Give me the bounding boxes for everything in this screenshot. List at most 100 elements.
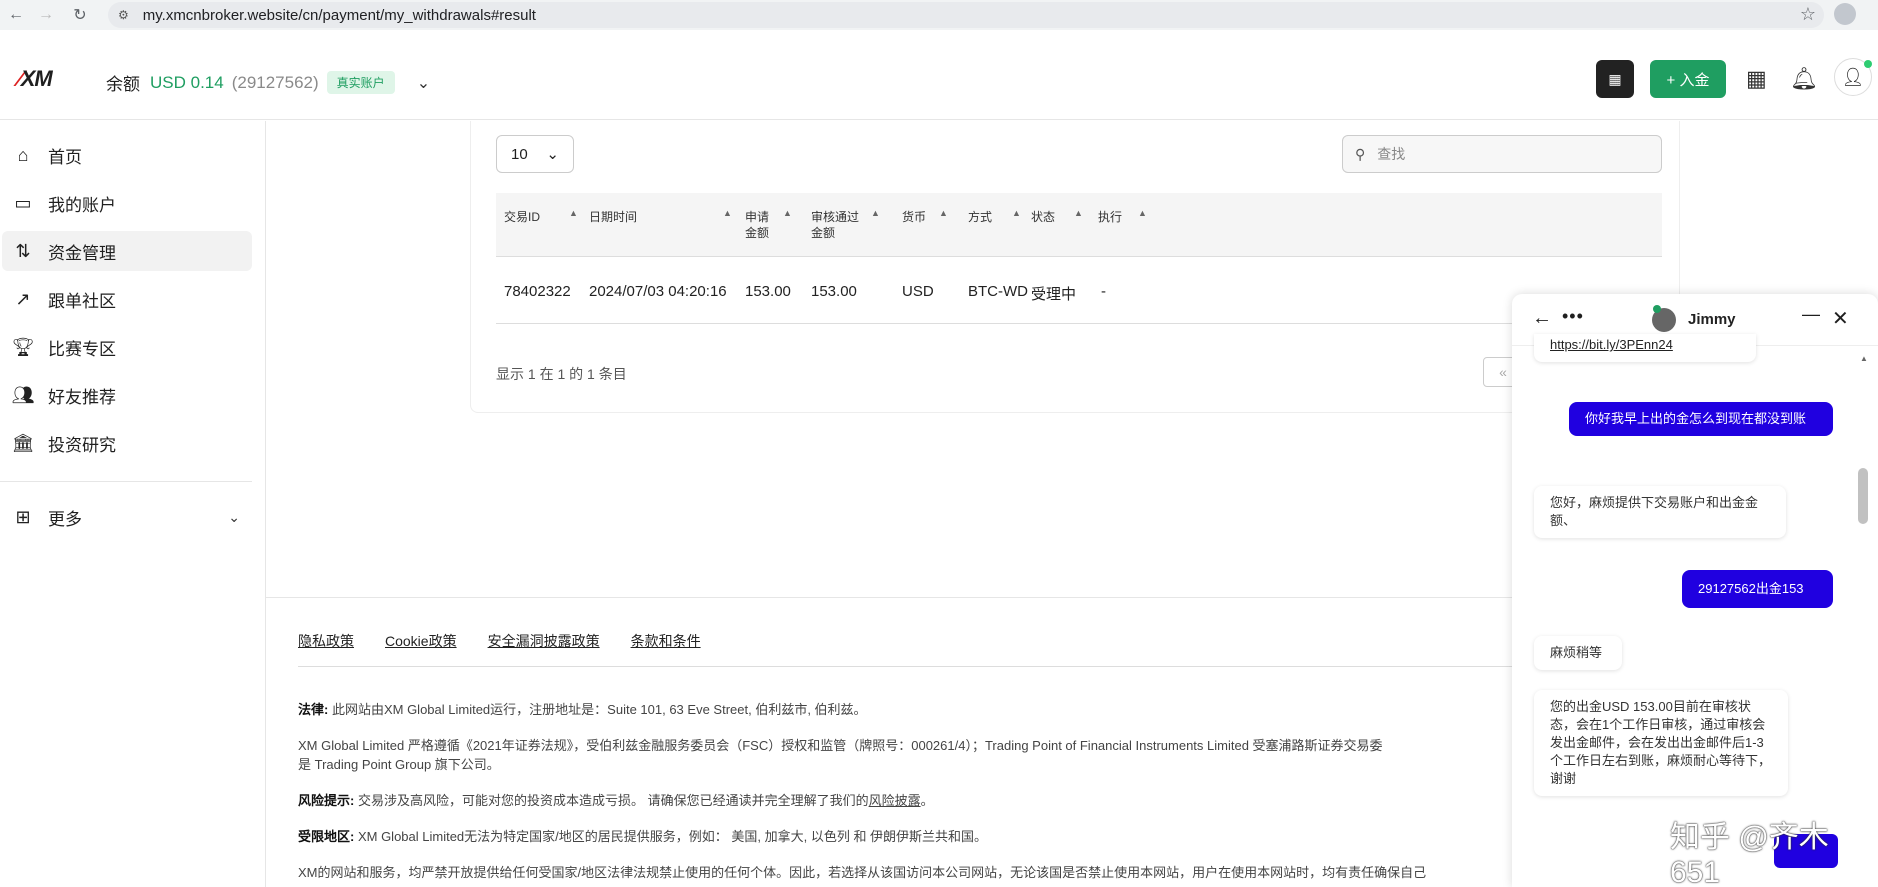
chat-message-outgoing: 你好我早上出的金怎么到现在都没到账 [1569, 402, 1833, 436]
search-placeholder: 查找 [1377, 146, 1406, 162]
sort-icon: ▲ [723, 208, 732, 218]
app-header: ⁄XM 余额 USD 0.14 (29127562) 真实账户 ⌄ ▦ + 入金… [0, 38, 1878, 120]
chat-scrollbar[interactable] [1858, 352, 1868, 887]
sidebar-item-label: 投资研究 [48, 435, 116, 455]
agent-name: Jimmy [1688, 311, 1736, 328]
users-icon: 👥︎ [11, 384, 35, 405]
access-disclaimer-text: XM的网站和服务，均严禁开放提供给任何受国家/地区法律法规禁止使用的任何个体。因… [298, 865, 1427, 880]
chat-scroll-thumb[interactable] [1858, 468, 1868, 524]
bookmark-star-icon[interactable]: ☆ [1800, 4, 1816, 25]
column-header[interactable]: 方式 ▲ [968, 208, 1021, 225]
sidebar-item-competitions[interactable]: 🏆︎ 比赛专区 [2, 327, 252, 367]
sidebar-item-research[interactable]: 🏛︎ 投资研究 [2, 423, 252, 463]
back-arrow-icon[interactable]: ← [1532, 307, 1552, 330]
column-header[interactable]: 状态 ▲ [1031, 208, 1083, 225]
regulation-text: XM Global Limited 严格遵循《2021年证券法规》，受伯利兹金融… [298, 738, 1383, 753]
qr-code-icon: ▦ [1608, 70, 1622, 87]
column-header[interactable]: 交易ID ▲ [504, 208, 578, 225]
risk-disclosure-link[interactable]: 风险披露 [869, 793, 921, 808]
chat-message-incoming: 您好，麻烦提供下交易账户和出金金额、 [1534, 486, 1786, 538]
search-input[interactable]: ⚲ 查找 [1342, 135, 1662, 173]
xm-logo[interactable]: ⁄XM [18, 66, 53, 92]
privacy-policy-link[interactable]: 隐私政策 [298, 631, 354, 651]
deposit-button[interactable]: + 入金 [1650, 60, 1726, 98]
online-status-dot [1864, 60, 1872, 68]
sidebar-item-home[interactable]: ⌂ 首页 [2, 135, 252, 175]
cell-status: 受理中 [1031, 286, 1077, 303]
minimize-icon[interactable]: — [1802, 304, 1820, 325]
cell-currency: USD [902, 283, 934, 300]
home-icon: ⌂ [17, 144, 29, 165]
chat-message-outgoing: 29127562出金153 [1682, 570, 1833, 608]
vulnerability-policy-link[interactable]: 安全漏洞披露政策 [488, 631, 600, 651]
column-header[interactable]: 审核通过 金额 ▲ [811, 208, 880, 241]
cookie-policy-link[interactable]: Cookie政策 [385, 631, 457, 651]
more-options-icon[interactable]: ••• [1562, 306, 1584, 327]
chat-message-incoming: 麻烦稍等 [1534, 636, 1622, 670]
apps-grid-icon[interactable]: ▦ [1746, 66, 1767, 92]
sidebar-item-label: 好友推荐 [48, 387, 116, 407]
grid-icon: ⊞ [15, 506, 31, 527]
legal-text: 法律: 此网站由XM Global Limited运行，注册地址是：Suite … [298, 702, 867, 717]
wallet-icon: ▭ [14, 192, 32, 213]
sidebar-item-label: 资金管理 [48, 243, 116, 263]
sidebar: ⌂ 首页 ▭ 我的账户 ⇅ 资金管理 ↗ 跟单社区 🏆︎ 比赛专区 👥︎ 好友推… [0, 121, 266, 887]
column-header[interactable]: 货币 ▲ [902, 208, 948, 225]
sidebar-divider [0, 481, 252, 482]
cell-transaction-id: 78402322 [504, 283, 571, 300]
sidebar-item-label: 比赛专区 [48, 339, 116, 359]
double-chevron-left-icon: « [1499, 364, 1507, 380]
search-icon: ⚲ [1355, 145, 1366, 162]
chat-link[interactable]: https://bit.ly/3PEnn24 [1550, 337, 1673, 352]
sort-icon: ▲ [939, 208, 948, 218]
balance-amount: USD 0.14 [150, 72, 224, 92]
column-header[interactable]: 执行 ▲ [1098, 208, 1147, 225]
column-header[interactable]: 申请 金额 ▲ [745, 208, 792, 241]
sidebar-item-copy-trading[interactable]: ↗ 跟单社区 [2, 279, 252, 319]
sidebar-item-my-account[interactable]: ▭ 我的账户 [2, 183, 252, 223]
sort-icon: ▲ [569, 208, 578, 218]
sidebar-item-funds[interactable]: ⇅ 资金管理 [2, 231, 252, 271]
transfer-icon: ⇅ [15, 240, 31, 261]
footer-divider [298, 666, 1598, 667]
close-icon[interactable]: ✕ [1832, 306, 1849, 331]
footer-links: 隐私政策 Cookie政策 安全漏洞披露政策 条款和条件 [298, 631, 701, 651]
account-switch-chevron-icon[interactable]: ⌄ [417, 73, 430, 93]
reload-icon[interactable]: ↻ [68, 3, 92, 27]
cell-method: BTC-WD [968, 283, 1028, 300]
sort-icon: ▲ [1012, 208, 1021, 218]
back-arrow-icon[interactable]: ← [4, 3, 28, 27]
sort-icon: ▲ [1074, 208, 1083, 218]
browser-profile-icon[interactable] [1834, 3, 1856, 25]
terms-link[interactable]: 条款和条件 [631, 631, 701, 651]
withdrawals-card: 10 ⌄ ⚲ 查找 交易ID ▲ 日期时间 ▲ 申请 金额 ▲ 审核通过 金额 ▲ 货币… [470, 121, 1680, 413]
sidebar-item-more[interactable]: ⊞ 更多 ⌄ [2, 497, 252, 537]
sidebar-item-referral[interactable]: 👥︎ 好友推荐 [2, 375, 252, 415]
page-size-select[interactable]: 10 ⌄ [496, 135, 574, 173]
forward-arrow-icon[interactable]: → [34, 3, 58, 27]
address-bar[interactable]: ⚙ my.xmcnbroker.website/cn/payment/my_wi… [108, 2, 1824, 28]
regulation-text-2: 是 Trading Point Group 旗下公司。 [298, 757, 500, 772]
column-header[interactable]: 日期时间 ▲ [589, 208, 732, 225]
browser-toolbar: ← → ↻ ⚙ my.xmcnbroker.website/cn/payment… [0, 0, 1878, 30]
sidebar-item-label: 更多 [48, 509, 82, 529]
qr-code-button[interactable]: ▦ [1596, 60, 1634, 98]
agent-online-dot [1653, 305, 1661, 313]
url-text: my.xmcnbroker.website/cn/payment/my_with… [142, 6, 536, 24]
site-info-icon[interactable]: ⚙ [118, 8, 129, 22]
chevron-down-icon: ⌄ [228, 508, 240, 525]
trophy-icon: 🏆︎ [11, 336, 35, 357]
table-info: 显示 1 在 1 的 1 条目 [496, 366, 627, 382]
account-number: (29127562) [231, 72, 319, 92]
scroll-up-arrow-icon[interactable]: ▲ [1860, 354, 1868, 363]
sidebar-item-label: 首页 [48, 147, 82, 167]
account-type-badge: 真实账户 [326, 71, 395, 94]
balance-display: 余额 USD 0.14 (29127562) 真实账户 ⌄ [106, 70, 430, 95]
balance-label: 余额 [106, 75, 140, 94]
cell-approved-amount: 153.00 [811, 283, 857, 300]
bell-icon[interactable]: 🔔︎ [1790, 66, 1818, 92]
cell-requested-amount: 153.00 [745, 283, 791, 300]
chat-message-incoming: 您的出金USD 153.00目前在审核状态，会在1个工作日审核，通过审核会发出金… [1534, 690, 1788, 796]
sort-icon: ▲ [871, 208, 880, 218]
sort-icon: ▲ [1138, 208, 1147, 218]
